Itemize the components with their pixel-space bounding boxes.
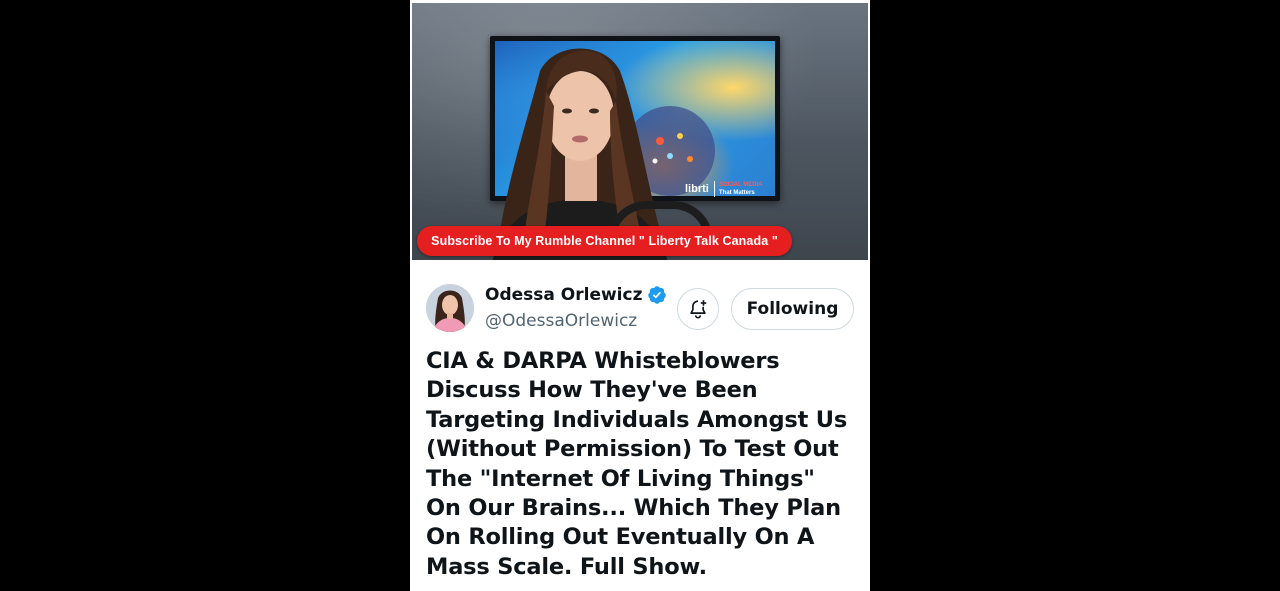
tv-tagline-line1: SOCIAL MEDIA [719,182,763,188]
bell-plus-icon [690,300,707,319]
avatar-image [426,284,474,332]
author-name[interactable]: Odessa Orlewicz [485,285,642,305]
notification-bell-button[interactable] [677,288,719,330]
author-handle[interactable]: @OdessaOrlewicz [485,311,637,331]
avatar[interactable] [426,284,474,332]
subscribe-banner: Subscribe To My Rumble Channel " Liberty… [417,226,792,256]
post-text: CIA & DARPA Whisteblowers Discuss How Th… [426,348,848,580]
tv-tagline-line2: That Matters [719,190,755,196]
video-thumbnail[interactable]: librti SOCIAL MEDIA That Matters Subscri… [412,3,868,260]
tv-tagline: SOCIAL MEDIA That Matters [714,181,763,197]
following-button[interactable]: Following [731,288,854,330]
verified-badge-icon [648,286,667,304]
post-panel: librti SOCIAL MEDIA That Matters Subscri… [410,0,870,591]
author-name-row[interactable]: Odessa Orlewicz [485,285,667,305]
